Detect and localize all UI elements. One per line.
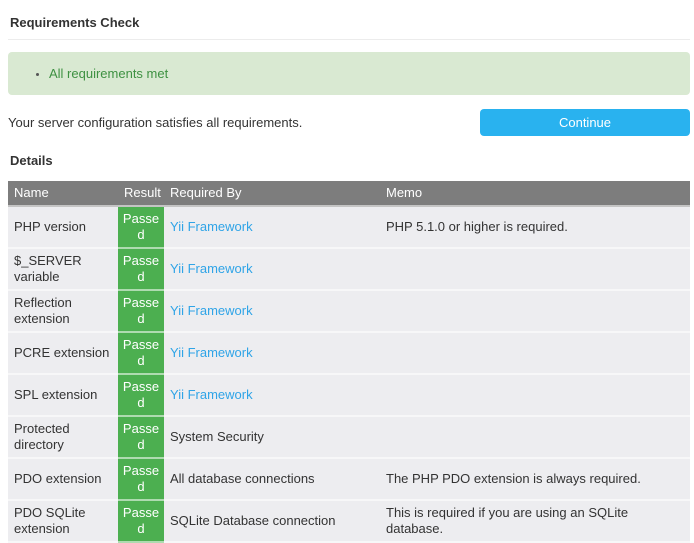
memo [380,291,690,333]
result-badge: Passed [118,459,164,501]
table-row: $_SERVER variable Passed Yii Framework [8,249,690,291]
table-row: Reflection extension Passed Yii Framewor… [8,291,690,333]
required-by: SQLite Database connection [164,501,380,543]
table-row: PHP version Passed Yii Framework PHP 5.1… [8,207,690,249]
required-by-link[interactable]: Yii Framework [164,291,380,333]
result-badge: Passed [118,375,164,417]
requirement-name: Protected directory [8,417,118,459]
result-badge: Passed [118,249,164,291]
table-row: PCRE extension Passed Yii Framework [8,333,690,375]
memo [380,375,690,417]
required-by-link[interactable]: Yii Framework [164,333,380,375]
alert-list: All requirements met [23,65,675,82]
table-row: Protected directory Passed System Securi… [8,417,690,459]
column-header-memo: Memo [380,181,690,207]
required-by-link[interactable]: Yii Framework [164,207,380,249]
column-header-name: Name [8,181,118,207]
requirement-name: PDO SQLite extension [8,501,118,543]
memo: This is required if you are using an SQL… [380,501,690,543]
requirement-name: PHP version [8,207,118,249]
required-by: All database connections [164,459,380,501]
requirements-table-body: PHP version Passed Yii Framework PHP 5.1… [8,207,690,543]
table-header-row: Name Result Required By Memo [8,181,690,207]
requirements-check-page: Requirements Check All requirements met … [0,0,694,543]
result-badge: Passed [118,333,164,375]
alert-item: All requirements met [49,65,675,82]
memo: PHP 5.1.0 or higher is required. [380,207,690,249]
page-title: Requirements Check [10,15,690,30]
requirement-name: SPL extension [8,375,118,417]
required-by-link[interactable]: Yii Framework [164,249,380,291]
result-badge: Passed [118,291,164,333]
summary-row: Your server configuration satisfies all … [8,109,690,136]
requirement-name: Reflection extension [8,291,118,333]
result-badge: Passed [118,207,164,249]
success-alert: All requirements met [8,52,690,95]
column-header-required-by: Required By [164,181,380,207]
table-row: PDO SQLite extension Passed SQLite Datab… [8,501,690,543]
requirement-name: PCRE extension [8,333,118,375]
column-header-result: Result [118,181,164,207]
requirement-name: $_SERVER variable [8,249,118,291]
result-badge: Passed [118,501,164,543]
details-heading: Details [10,153,690,168]
requirements-table: Name Result Required By Memo PHP version… [8,181,690,543]
memo [380,249,690,291]
title-divider [8,39,690,40]
memo [380,417,690,459]
summary-text: Your server configuration satisfies all … [8,115,302,130]
continue-button[interactable]: Continue [480,109,690,136]
table-row: SPL extension Passed Yii Framework [8,375,690,417]
required-by: System Security [164,417,380,459]
memo [380,333,690,375]
result-badge: Passed [118,417,164,459]
requirement-name: PDO extension [8,459,118,501]
required-by-link[interactable]: Yii Framework [164,375,380,417]
table-row: PDO extension Passed All database connec… [8,459,690,501]
memo: The PHP PDO extension is always required… [380,459,690,501]
